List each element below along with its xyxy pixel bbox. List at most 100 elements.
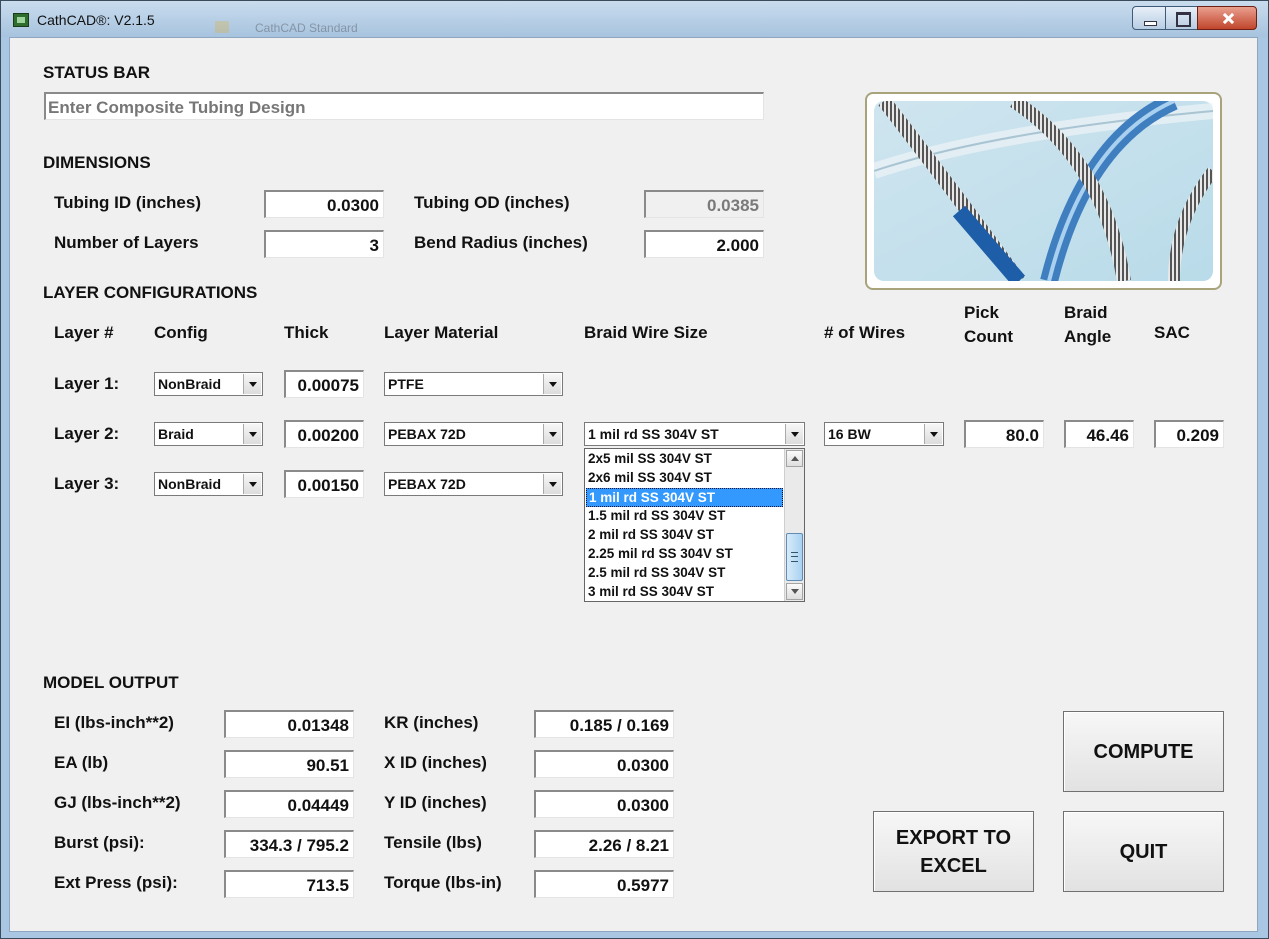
layer-1-material-select[interactable]: PTFE: [384, 372, 563, 396]
layer-2-braid-angle-field[interactable]: 46.46: [1064, 420, 1134, 448]
layer-2-config-value: Braid: [158, 426, 194, 442]
x-id-label: X ID (inches): [384, 753, 487, 772]
export-button-label-line1: EXPORT TO: [895, 826, 1012, 849]
chevron-down-icon[interactable]: [243, 474, 261, 494]
layer-2-wire-size-value: 1 mil rd SS 304V ST: [588, 426, 719, 442]
layer-3-thick-input[interactable]: 0.00150: [284, 470, 364, 498]
quit-button[interactable]: QUIT: [1063, 811, 1224, 892]
layer-2-pick-count-input[interactable]: 80.0: [964, 420, 1044, 448]
layer-2-thick-input[interactable]: 0.00200: [284, 420, 364, 448]
tensile-label: Tensile (lbs): [384, 833, 482, 852]
kr-label: KR (inches): [384, 713, 479, 732]
compute-button-label: COMPUTE: [1093, 740, 1194, 763]
export-to-excel-button[interactable]: EXPORT TO EXCEL: [873, 811, 1034, 892]
tubing-od-field: 0.0385: [644, 190, 764, 218]
dropdown-scrollbar[interactable]: [784, 449, 804, 601]
y-id-field: 0.0300: [534, 790, 674, 818]
ext-press-field: 713.5: [224, 870, 354, 898]
ea-label: EA (lb): [54, 753, 109, 772]
x-id-field: 0.0300: [534, 750, 674, 778]
close-button[interactable]: [1197, 6, 1257, 30]
maximize-button[interactable]: [1165, 6, 1198, 30]
ei-label: EI (lbs-inch**2): [54, 713, 174, 732]
col-header-layer: Layer #: [54, 323, 114, 342]
scroll-down-icon[interactable]: [786, 583, 803, 600]
layer-1-material-value: PTFE: [388, 376, 424, 392]
layer-2-sac-field[interactable]: 0.209: [1154, 420, 1224, 448]
kr-field: 0.185 / 0.169: [534, 710, 674, 738]
ext-press-label: Ext Press (psi):: [54, 873, 178, 892]
ea-field: 90.51: [224, 750, 354, 778]
title-bar[interactable]: CathCAD®: V2.1.5 CathCAD Standard: [1, 1, 1268, 37]
layer-3-material-select[interactable]: PEBAX 72D: [384, 472, 563, 496]
layer-2-wire-size-select[interactable]: 1 mil rd SS 304V ST: [584, 422, 805, 446]
tubing-image: [865, 92, 1222, 290]
wire-option[interactable]: 2.5 mil rd SS 304V ST: [586, 564, 783, 583]
braided-tubing-illustration: [874, 101, 1213, 281]
layer-2-label: Layer 2:: [54, 424, 120, 443]
layer-2-wires-value: 16 BW: [828, 426, 871, 442]
num-layers-label: Number of Layers: [54, 233, 199, 252]
torque-label: Torque (lbs-in): [384, 873, 502, 892]
col-header-material: Layer Material: [384, 323, 499, 342]
col-header-wire-size: Braid Wire Size: [584, 323, 708, 342]
layer-2-material-value: PEBAX 72D: [388, 426, 466, 442]
window-title: CathCAD®: V2.1.5: [37, 12, 155, 28]
wire-option-selected[interactable]: 1 mil rd SS 304V ST: [586, 488, 783, 507]
chevron-down-icon[interactable]: [543, 424, 561, 444]
y-id-label: Y ID (inches): [384, 793, 487, 812]
wire-option[interactable]: 2 mil rd SS 304V ST: [586, 526, 783, 545]
chevron-down-icon[interactable]: [543, 374, 561, 394]
folder-icon: [215, 21, 229, 33]
app-window: CathCAD®: V2.1.5 CathCAD Standard STATUS…: [0, 0, 1269, 939]
chevron-down-icon[interactable]: [924, 424, 942, 444]
layer-3-config-value: NonBraid: [158, 476, 221, 492]
wire-option[interactable]: 2x6 mil SS 304V ST: [586, 469, 783, 488]
gj-label: GJ (lbs-inch**2): [54, 793, 181, 812]
col-header-sac: SAC: [1154, 323, 1190, 342]
wire-option[interactable]: 1.5 mil rd SS 304V ST: [586, 507, 783, 526]
col-header-count: Count: [964, 327, 1014, 346]
wire-size-dropdown-list[interactable]: 2x5 mil SS 304V ST 2x6 mil SS 304V ST 1 …: [584, 448, 805, 602]
status-bar-field[interactable]: Enter Composite Tubing Design: [44, 92, 764, 120]
layer-3-label: Layer 3:: [54, 474, 120, 493]
compute-button[interactable]: COMPUTE: [1063, 711, 1224, 792]
layer-3-config-select[interactable]: NonBraid: [154, 472, 263, 496]
layer-1-config-value: NonBraid: [158, 376, 221, 392]
torque-field: 0.5977: [534, 870, 674, 898]
chevron-down-icon[interactable]: [243, 424, 261, 444]
cathcad-app-icon: [13, 13, 29, 27]
chevron-down-icon[interactable]: [243, 374, 261, 394]
quit-button-label: QUIT: [1119, 840, 1168, 863]
wire-option[interactable]: 2x5 mil SS 304V ST: [586, 450, 783, 469]
status-bar-heading: STATUS BAR: [43, 63, 151, 82]
layer-2-wires-select[interactable]: 16 BW: [824, 422, 944, 446]
col-header-thick: Thick: [284, 323, 329, 342]
gj-field: 0.04449: [224, 790, 354, 818]
tubing-id-input[interactable]: 0.0300: [264, 190, 384, 218]
ghost-text: CathCAD Standard: [255, 21, 358, 35]
layer-1-label: Layer 1:: [54, 374, 120, 393]
scroll-up-icon[interactable]: [786, 450, 803, 467]
col-header-braid: Braid: [1064, 303, 1108, 322]
chevron-down-icon[interactable]: [543, 474, 561, 494]
minimize-button[interactable]: [1132, 6, 1166, 30]
scroll-thumb[interactable]: [786, 533, 803, 581]
layer-1-thick-input[interactable]: 0.00075: [284, 370, 364, 398]
layer-2-material-select[interactable]: PEBAX 72D: [384, 422, 563, 446]
model-output-heading: MODEL OUTPUT: [43, 673, 179, 692]
chevron-down-icon[interactable]: [785, 424, 803, 444]
bend-radius-input[interactable]: 2.000: [644, 230, 764, 258]
layer-2-config-select[interactable]: Braid: [154, 422, 263, 446]
background-window-ghost: CathCAD Standard: [215, 19, 405, 37]
client-area: STATUS BAR Enter Composite Tubing Design: [9, 37, 1258, 932]
layer-config-heading: LAYER CONFIGURATIONS: [43, 283, 258, 302]
burst-field: 334.3 / 795.2: [224, 830, 354, 858]
wire-option[interactable]: 2.25 mil rd SS 304V ST: [586, 545, 783, 564]
col-header-pick: Pick: [964, 303, 999, 322]
num-layers-input[interactable]: 3: [264, 230, 384, 258]
wire-option[interactable]: 3 mil rd SS 304V ST: [586, 583, 783, 602]
tubing-od-label: Tubing OD (inches): [414, 193, 570, 212]
layer-1-config-select[interactable]: NonBraid: [154, 372, 263, 396]
tensile-field: 2.26 / 8.21: [534, 830, 674, 858]
